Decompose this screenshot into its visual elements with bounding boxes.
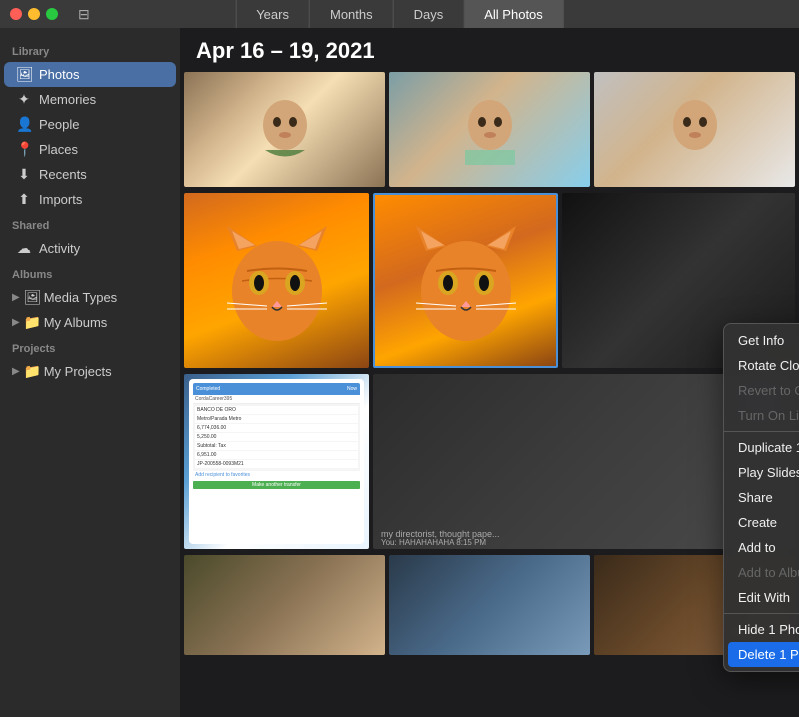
- menu-item-live-photo: Turn On Live Photo: [724, 403, 799, 428]
- sidebar-group-my-albums[interactable]: ▶ 📁 My Albums: [4, 310, 176, 335]
- menu-item-create-label: Create: [738, 515, 799, 530]
- menu-item-delete[interactable]: Delete 1 Photo: [728, 642, 799, 667]
- sidebar-activity-label: Activity: [39, 241, 80, 256]
- sidebar-item-memories[interactable]: ✦ Memories: [4, 87, 176, 112]
- menu-item-revert-label: Revert to Original: [738, 383, 799, 398]
- sidebar-group-media-types[interactable]: ▶ 🖼 Media Types: [4, 285, 176, 310]
- menu-item-add-to-album-label: Add to Album: [738, 565, 799, 580]
- menu-item-duplicate[interactable]: Duplicate 1 Photo: [724, 435, 799, 460]
- menu-item-slideshow[interactable]: Play Slideshow: [724, 460, 799, 485]
- photo-thumb-baby-3[interactable]: [594, 72, 795, 187]
- menu-item-hide-label: Hide 1 Photo: [738, 622, 799, 637]
- minimize-button[interactable]: [28, 8, 40, 20]
- menu-item-edit-with-label: Edit With: [738, 590, 799, 605]
- menu-item-duplicate-label: Duplicate 1 Photo: [738, 440, 799, 455]
- context-menu: Get Info Rotate Clockwise Revert to Orig…: [723, 323, 799, 672]
- date-header: Apr 16 – 19, 2021: [180, 28, 799, 72]
- menu-separator-2: [724, 613, 799, 614]
- main-layout: Library 🖼 Photos ✦ Memories 👤 People 📍 P…: [0, 28, 799, 717]
- my-albums-icon: 📁: [24, 314, 40, 331]
- menu-separator-1: [724, 431, 799, 432]
- photo-thumb-baby-2[interactable]: [389, 72, 590, 187]
- content-area: Apr 16 – 19, 2021: [180, 28, 799, 717]
- menu-item-add-to-label: Add to: [738, 540, 799, 555]
- sidebar-imports-label: Imports: [39, 192, 82, 207]
- close-button[interactable]: [10, 8, 22, 20]
- chevron-right-icon-2: ▶: [12, 317, 20, 328]
- photo-row-3: Completed Now CordaCareer395 BANCO DE OR…: [180, 374, 799, 549]
- media-types-icon: 🖼: [24, 289, 40, 306]
- photo-row-2: G-TINDIGI: [180, 193, 799, 368]
- chevron-right-icon-3: ▶: [12, 366, 20, 377]
- tab-months[interactable]: Months: [310, 0, 394, 28]
- menu-item-add-to[interactable]: Add to ▶: [724, 535, 799, 560]
- photo-row-4: [180, 555, 799, 655]
- menu-item-rotate[interactable]: Rotate Clockwise: [724, 353, 799, 378]
- recents-icon: ⬇: [16, 166, 32, 183]
- my-projects-icon: 📁: [24, 363, 40, 380]
- sidebar-media-types-label: Media Types: [44, 290, 117, 305]
- sidebar-item-photos[interactable]: 🖼 Photos: [4, 62, 176, 87]
- sidebar-group-my-projects[interactable]: ▶ 📁 My Projects: [4, 359, 176, 384]
- photo-row-1: [180, 72, 799, 187]
- shared-section-label: Shared: [0, 212, 180, 236]
- tab-all-photos[interactable]: All Photos: [464, 0, 564, 28]
- albums-section-label: Albums: [0, 261, 180, 285]
- menu-item-rotate-label: Rotate Clockwise: [738, 358, 799, 373]
- maximize-button[interactable]: [46, 8, 58, 20]
- view-tabs: Years Months Days All Photos: [235, 0, 564, 28]
- projects-section-label: Projects: [0, 335, 180, 359]
- photo-thumb-bottom-1[interactable]: [184, 555, 385, 655]
- photo-thumb-screenshot[interactable]: Completed Now CordaCareer395 BANCO DE OR…: [184, 374, 369, 549]
- menu-item-create[interactable]: Create ▶: [724, 510, 799, 535]
- photo-thumb-cat-2[interactable]: [373, 193, 558, 368]
- sidebar-item-recents[interactable]: ⬇ Recents: [4, 162, 176, 187]
- menu-item-hide[interactable]: Hide 1 Photo: [724, 617, 799, 642]
- window-controls-group: ⊟: [0, 6, 90, 23]
- sidebar-item-activity[interactable]: ☁ Activity: [4, 236, 176, 261]
- tab-years[interactable]: Years: [235, 0, 310, 28]
- menu-item-get-info-label: Get Info: [738, 333, 799, 348]
- sidebar-my-projects-label: My Projects: [44, 364, 112, 379]
- sidebar-memories-label: Memories: [39, 92, 96, 107]
- sidebar-item-places[interactable]: 📍 Places: [4, 137, 176, 162]
- activity-icon: ☁: [16, 240, 32, 257]
- menu-item-edit-with[interactable]: Edit With ▶: [724, 585, 799, 610]
- sidebar-recents-label: Recents: [39, 167, 87, 182]
- imports-icon: ⬆: [16, 191, 32, 208]
- menu-item-get-info[interactable]: Get Info: [724, 328, 799, 353]
- tab-days[interactable]: Days: [394, 0, 465, 28]
- memories-icon: ✦: [16, 91, 32, 108]
- places-icon: 📍: [16, 141, 32, 158]
- sidebar: Library 🖼 Photos ✦ Memories 👤 People 📍 P…: [0, 28, 180, 717]
- chevron-right-icon: ▶: [12, 292, 20, 303]
- sidebar-people-label: People: [39, 117, 79, 132]
- menu-item-share-label: Share: [738, 490, 799, 505]
- photo-thumb-cat-1[interactable]: [184, 193, 369, 368]
- sidebar-item-people[interactable]: 👤 People: [4, 112, 176, 137]
- menu-item-add-to-album: Add to Album: [724, 560, 799, 585]
- photos-icon: 🖼: [16, 66, 32, 83]
- photo-thumb-baby-1[interactable]: [184, 72, 385, 187]
- menu-item-share[interactable]: Share ▶: [724, 485, 799, 510]
- people-icon: 👤: [16, 116, 32, 133]
- menu-item-slideshow-label: Play Slideshow: [738, 465, 799, 480]
- window-controls: [0, 8, 58, 20]
- menu-item-revert: Revert to Original: [724, 378, 799, 403]
- menu-item-delete-label: Delete 1 Photo: [738, 647, 799, 662]
- sidebar-photos-label: Photos: [39, 67, 79, 82]
- sidebar-my-albums-label: My Albums: [44, 315, 108, 330]
- photo-thumb-bottom-2[interactable]: [389, 555, 590, 655]
- library-section-label: Library: [0, 38, 180, 62]
- sidebar-item-imports[interactable]: ⬆ Imports: [4, 187, 176, 212]
- title-bar: ⊟ Years Months Days All Photos: [0, 0, 799, 28]
- menu-item-live-photo-label: Turn On Live Photo: [738, 408, 799, 423]
- sidebar-places-label: Places: [39, 142, 78, 157]
- sidebar-toggle-button[interactable]: ⊟: [78, 6, 90, 23]
- photo-grid: G-TINDIGI Completed Now CordaCareer395 B…: [180, 72, 799, 711]
